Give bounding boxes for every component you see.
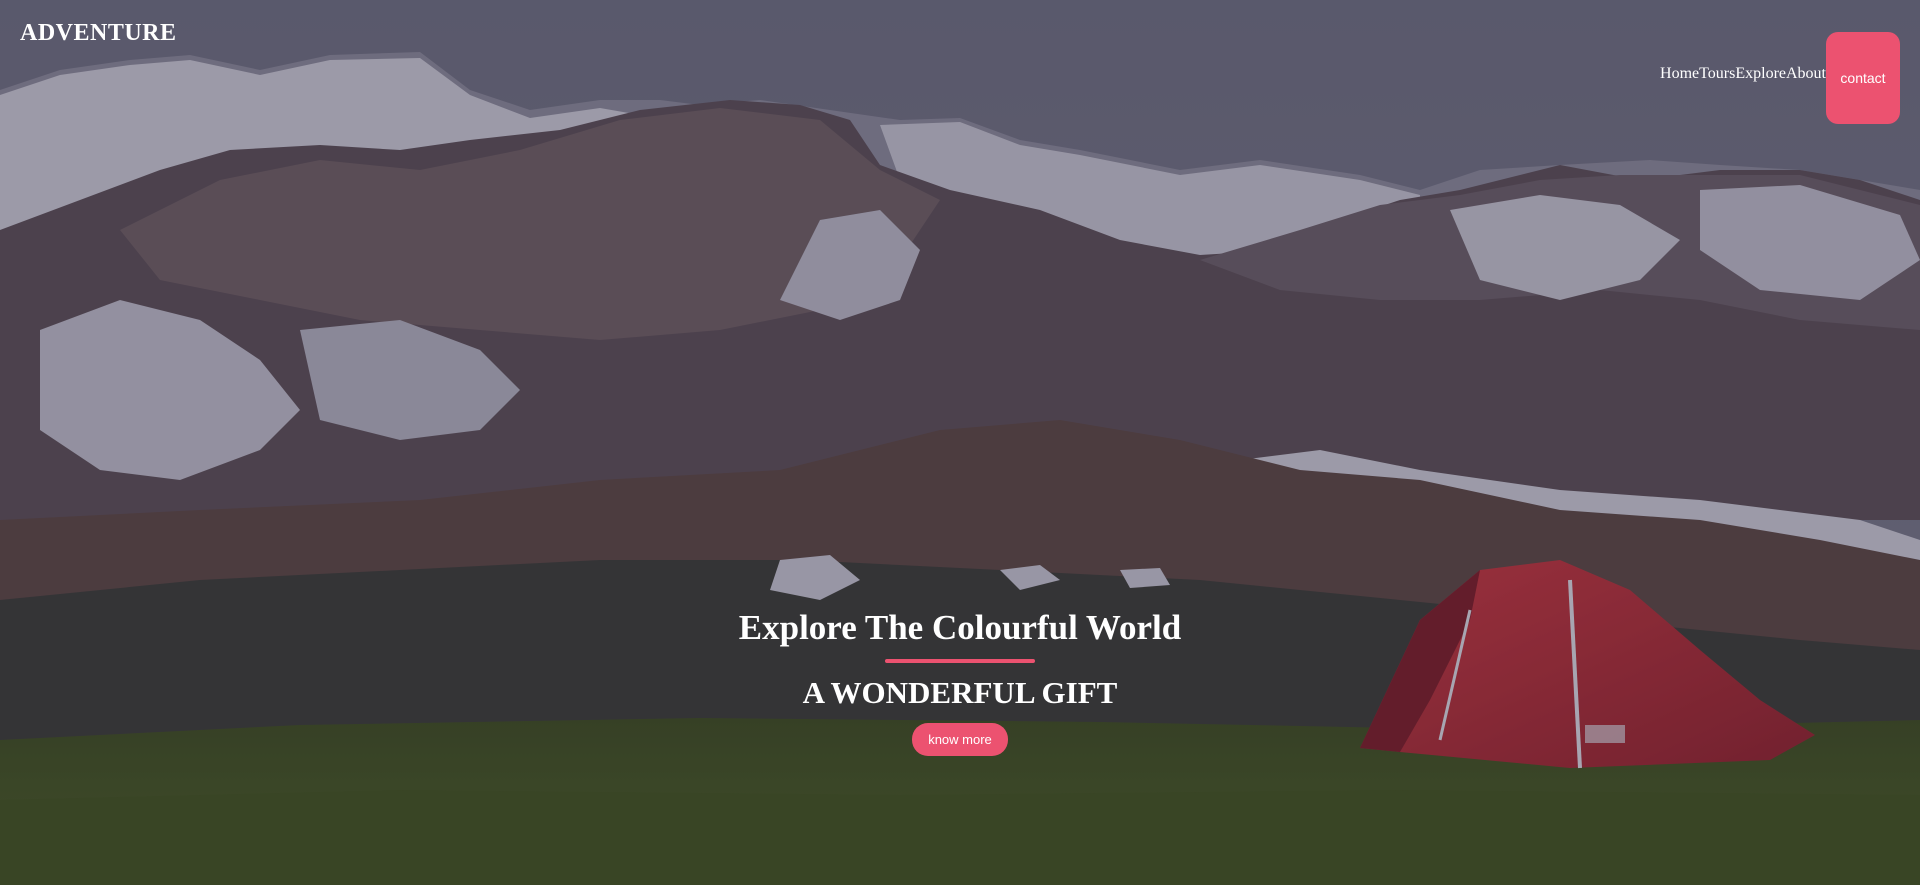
nav-item-explore[interactable]: Explore [1735, 65, 1786, 83]
nav-item-home[interactable]: Home [1660, 65, 1699, 83]
hero-subtitle: A WONDERFUL GIFT [802, 675, 1118, 710]
nav-item-about[interactable]: About [1786, 65, 1826, 83]
brand-logo[interactable]: ADVENTURE [20, 20, 177, 47]
main-nav: Home Tours Explore About contact [1660, 32, 1900, 124]
nav-item-tours[interactable]: Tours [1699, 65, 1735, 83]
know-more-button[interactable]: know more [912, 723, 1008, 756]
title-underline [885, 659, 1035, 663]
hero-content: Explore The Colourful World A WONDERFUL … [0, 603, 1920, 756]
contact-button[interactable]: contact [1826, 32, 1900, 124]
hero-section: ADVENTURE Home Tours Explore About conta… [0, 0, 1920, 885]
hero-title: Explore The Colourful World [738, 608, 1182, 647]
nav-links: Home Tours Explore About [1660, 65, 1826, 83]
